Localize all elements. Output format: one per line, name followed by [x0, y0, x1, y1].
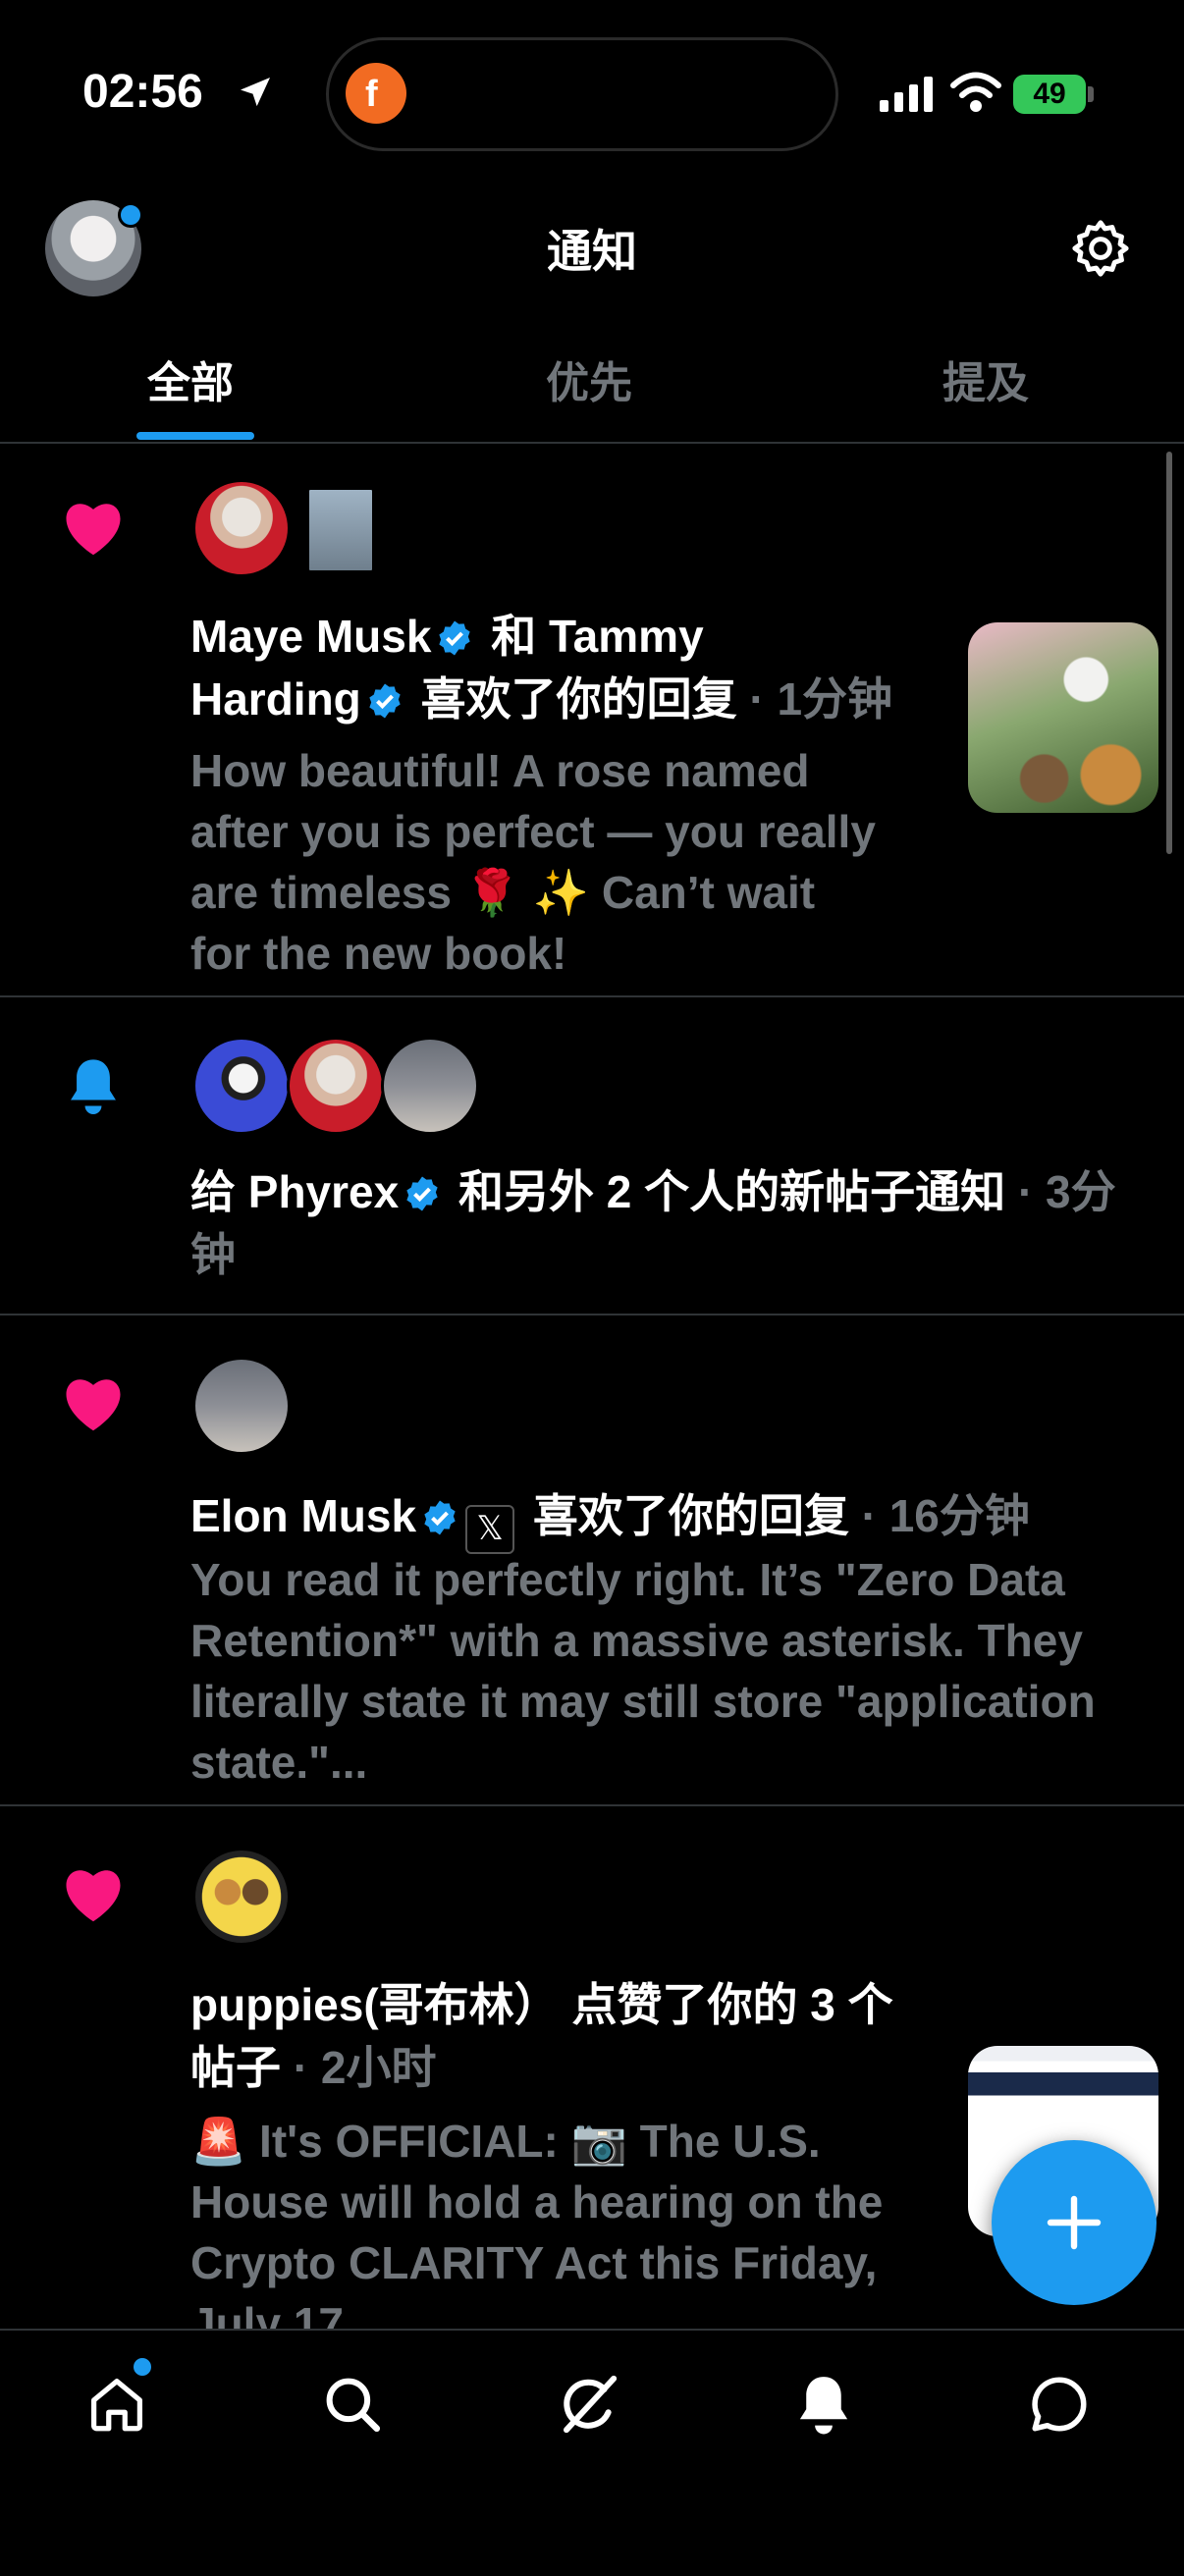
bottom-nav	[0, 2329, 1184, 2576]
svg-text:f: f	[365, 74, 378, 115]
snippet-line: for the new book!	[190, 928, 567, 979]
verified-badge-icon	[369, 683, 401, 719]
avatar[interactable]	[192, 1848, 291, 1946]
grok-icon[interactable]	[556, 2372, 620, 2437]
wifi-icon	[950, 72, 1001, 112]
action-text: 和另外 2 个人的新帖子通知	[458, 1166, 1006, 1217]
live-activity-app-icon[interactable]: f	[346, 63, 406, 124]
notification-text: 给 Phyrex 和另外 2 个人的新帖子通知 · 3分 钟	[190, 1160, 1153, 1286]
scrollbar[interactable]	[1166, 452, 1172, 854]
bell-icon	[71, 1059, 116, 1114]
tab-priority[interactable]: 优先	[546, 348, 632, 410]
verified-badge-icon	[406, 1176, 438, 1211]
notification-text: puppies(哥布林） 点赞了你的 3 个 帖子 · 2小时	[190, 1973, 956, 2099]
snippet-line: Retention*" with a massive asterisk. The…	[190, 1615, 1083, 1666]
action-text: 喜欢了你的回复	[532, 1490, 849, 1541]
battery-level: 49	[1033, 78, 1066, 110]
home-icon[interactable]	[84, 2372, 149, 2437]
battery-indicator: 49	[1013, 75, 1086, 114]
timestamp: · 1分钟	[749, 673, 893, 724]
user-name[interactable]: 给 Phyrex	[190, 1166, 399, 1217]
snippet-line: You read it perfectly right. It’s "Zero …	[190, 1554, 1065, 1605]
action-text: 点赞了你的 3 个	[571, 1979, 893, 2030]
avatar[interactable]	[287, 1037, 385, 1135]
action-text: 喜欢了你的回复	[420, 673, 737, 724]
snippet-line: House will hold a hearing on the	[190, 2176, 884, 2227]
timestamp: · 2小时	[293, 2042, 437, 2093]
divider	[0, 1804, 1184, 1806]
snippet-line: How beautiful! A rose named	[190, 745, 810, 796]
avatar[interactable]	[306, 487, 375, 573]
user-name[interactable]: Elon Musk	[190, 1490, 416, 1541]
snippet-line: after you is perfect — you really	[190, 806, 876, 857]
user-name[interactable]: puppies(哥布林）	[190, 1979, 560, 2030]
snippet-line: state."...	[190, 1737, 368, 1788]
page-title: 通知	[547, 226, 637, 277]
avatar[interactable]	[192, 1357, 291, 1455]
heart-icon	[66, 504, 121, 556]
tab-all[interactable]: 全部	[147, 348, 234, 410]
snippet-line: literally state it may still store "appl…	[190, 1676, 1096, 1727]
gear-icon[interactable]	[1068, 216, 1133, 281]
verified-badge-icon	[424, 1500, 456, 1535]
x-affiliation-badge-icon: 𝕏	[465, 1505, 515, 1554]
conjunction: 和 Tammy	[491, 611, 704, 662]
location-arrow-icon	[241, 78, 270, 107]
search-icon[interactable]	[320, 2372, 385, 2437]
cellular-signal-icon	[880, 77, 933, 112]
avatar[interactable]	[192, 1037, 291, 1135]
home-unread-dot	[134, 2358, 151, 2376]
plus-icon	[1047, 2195, 1102, 2250]
battery-cap	[1088, 86, 1094, 102]
compose-button[interactable]	[992, 2140, 1157, 2305]
active-tab-indicator	[136, 432, 254, 440]
notification-text: Maye Musk 和 Tammy Harding 喜欢了你的回复 · 1分钟	[190, 605, 937, 730]
divider	[0, 1314, 1184, 1315]
divider	[0, 442, 1184, 444]
user-name[interactable]: Maye Musk	[190, 611, 431, 662]
avatar[interactable]	[192, 479, 291, 577]
notifications-icon[interactable]	[791, 2372, 856, 2437]
timestamp: · 16分钟	[861, 1490, 1030, 1541]
media-thumbnail[interactable]	[968, 622, 1158, 813]
snippet-line: are timeless 🌹 ✨ Can’t wait	[190, 867, 816, 918]
user-name[interactable]: Harding	[190, 673, 361, 724]
verified-badge-icon	[439, 620, 471, 656]
divider	[0, 995, 1184, 997]
heart-icon	[66, 1870, 121, 1922]
action-text-wrap: 帖子	[190, 2042, 281, 2093]
timestamp-wrap: 钟	[190, 1229, 236, 1280]
timestamp: · 3分	[1017, 1166, 1116, 1217]
avatar[interactable]	[381, 1037, 479, 1135]
tab-mentions[interactable]: 提及	[942, 348, 1029, 410]
snippet-line: 🚨 It's OFFICIAL: 📷 The U.S.	[190, 2116, 821, 2167]
notification-text: Elon Musk 𝕏 喜欢了你的回复 · 16分钟	[190, 1484, 1133, 1554]
messages-icon[interactable]	[1027, 2372, 1092, 2437]
status-time: 02:56	[82, 66, 203, 118]
snippet-line: Crypto CLARITY Act this Friday,	[190, 2237, 878, 2288]
heart-icon	[66, 1379, 121, 1431]
